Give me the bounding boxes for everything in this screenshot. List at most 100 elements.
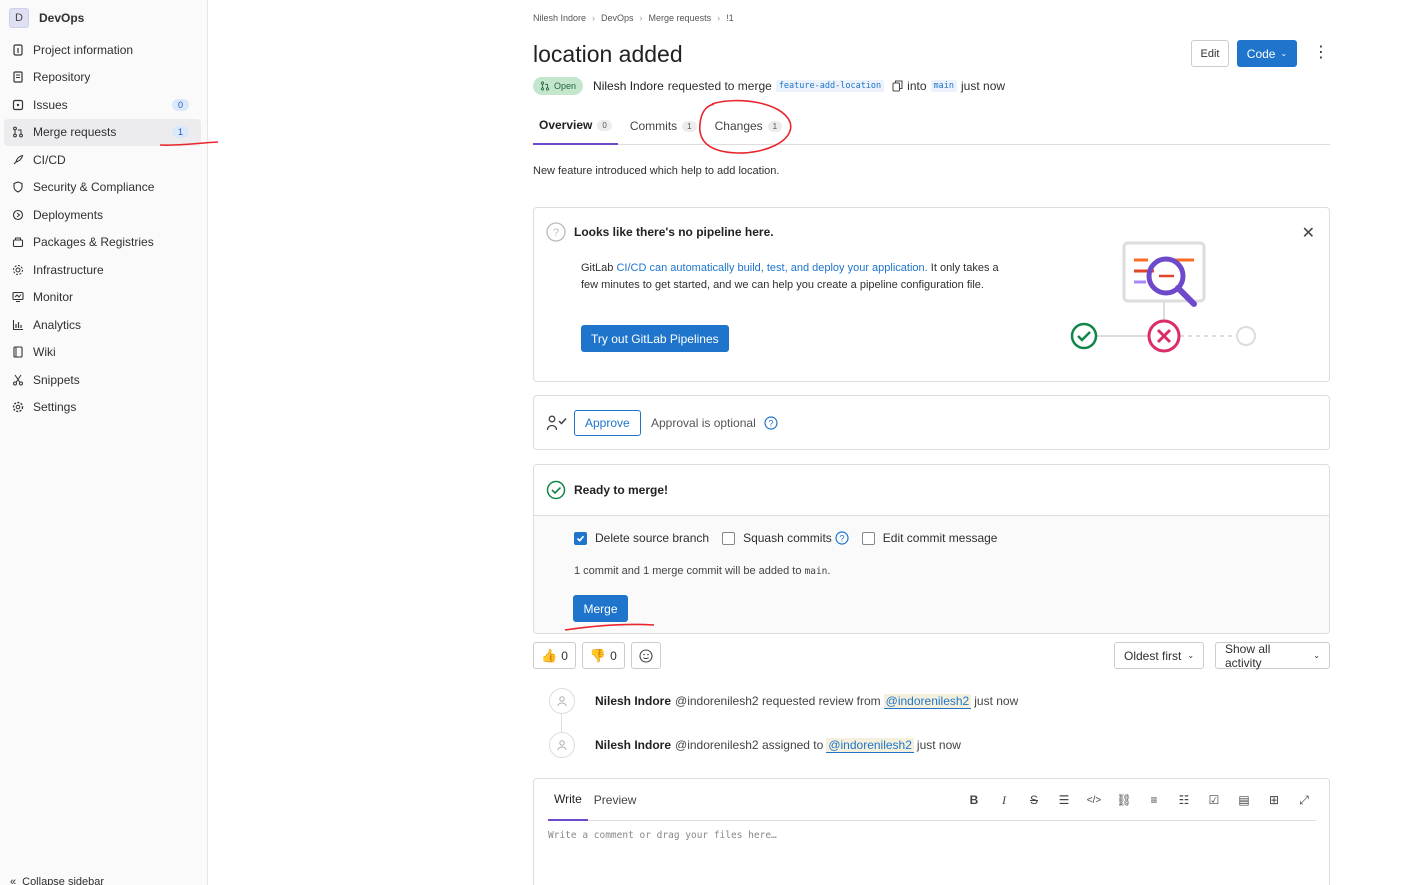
mr-description: New feature introduced which help to add… [533, 165, 780, 177]
source-branch[interactable]: feature-add-location [775, 80, 885, 92]
code-dropdown-button[interactable]: Code ⌄ [1237, 40, 1297, 67]
edit-commit-message-label: Edit commit message [882, 531, 998, 545]
merge-requests-count-badge: 1 [171, 126, 189, 139]
author-name[interactable]: Nilesh Indore [593, 79, 664, 93]
sidebar-item-label: Deployments [33, 207, 104, 222]
issues-icon [12, 99, 24, 110]
chart-icon [12, 319, 23, 330]
tab-commits[interactable]: Commits 1 [624, 107, 703, 145]
sidebar-item-merge-requests[interactable]: Merge requests 1 [4, 118, 201, 146]
thumbs-down-icon: 👎 [589, 647, 607, 663]
try-pipelines-button[interactable]: Try out GitLab Pipelines [581, 325, 729, 352]
activity-item: Nilesh Indore @indorenilesh2 requested r… [549, 688, 1018, 714]
edit-button[interactable]: Edit [1191, 40, 1229, 67]
tab-count: 1 [767, 120, 783, 132]
issues-count-badge: 0 [171, 98, 189, 111]
merge-widget: Ready to merge! Delete source branch Squ… [533, 464, 1330, 634]
sort-order-dropdown[interactable]: Oldest first ⌄ [1114, 642, 1205, 669]
edit-commit-message-option[interactable]: Edit commit message [861, 531, 998, 545]
delete-source-branch-checkbox[interactable] [574, 531, 587, 545]
breadcrumb-item[interactable]: Merge requests [649, 13, 712, 23]
tab-overview[interactable]: Overview 0 [533, 107, 618, 145]
help-icon[interactable]: ? [764, 416, 778, 430]
activity-time: just now [974, 694, 1019, 708]
sidebar-item-label: CI/CD [33, 152, 66, 167]
delete-source-branch-option[interactable]: Delete source branch [574, 531, 709, 545]
collapse-sidebar-button[interactable]: « Collapse sidebar [10, 876, 104, 885]
link-icon[interactable]: ⛓ [1115, 791, 1133, 809]
collapsible-section-icon[interactable]: ▤ [1235, 791, 1253, 809]
italic-icon[interactable]: I [995, 791, 1013, 809]
requested-text: requested to merge [667, 79, 772, 93]
sidebar-item-label: Merge requests [33, 125, 117, 140]
edit-commit-message-checkbox[interactable] [861, 531, 875, 545]
pipeline-suggestion-card: ? Looks like there's no pipeline here. ✕… [533, 207, 1330, 382]
thumbs-down-button[interactable]: 👎 0 [581, 642, 625, 669]
activity-filter-dropdown[interactable]: Show all activity ⌄ [1215, 642, 1330, 670]
sidebar-item-analytics[interactable]: Analytics [0, 311, 207, 339]
breadcrumb-item[interactable]: DevOps [601, 13, 634, 23]
approve-button[interactable]: Approve [574, 410, 641, 436]
tab-label: Commits [629, 119, 678, 133]
sidebar-item-label: Repository [33, 70, 91, 85]
sidebar-item-repository[interactable]: Repository [0, 64, 207, 92]
add-reaction-button[interactable] [630, 642, 661, 669]
sidebar-item-issues[interactable]: Issues 0 [0, 91, 207, 119]
merge-commit-note: 1 commit and 1 merge commit will be adde… [574, 565, 830, 577]
task-list-icon[interactable]: ☑ [1205, 791, 1223, 809]
sidebar-item-wiki[interactable]: Wiki [0, 339, 207, 367]
tab-changes[interactable]: Changes 1 [709, 107, 789, 145]
activity-handle[interactable]: @indorenilesh2 [675, 694, 759, 708]
quote-icon[interactable]: ☰ [1055, 791, 1073, 809]
target-branch[interactable]: main [930, 80, 958, 92]
breadcrumb-item[interactable]: !1 [726, 13, 734, 23]
sidebar-item-settings[interactable]: Settings [0, 394, 207, 422]
squash-commits-checkbox[interactable] [722, 531, 736, 545]
sidebar-item-project-information[interactable]: Project information [0, 36, 207, 64]
sidebar-item-packages-registries[interactable]: Packages & Registries [0, 229, 207, 257]
sort-order-label: Oldest first [1124, 648, 1182, 663]
chevron-down-icon: ⌄ [1187, 651, 1195, 660]
numbered-list-icon[interactable]: ☷ [1175, 791, 1193, 809]
sidebar-item-monitor[interactable]: Monitor [0, 284, 207, 312]
approval-optional-text: Approval is optional ? [651, 416, 778, 430]
merge-note-suffix: . [827, 565, 831, 577]
sidebar-item-deployments[interactable]: Deployments [0, 201, 207, 229]
more-actions-icon[interactable]: ⋮ [1313, 45, 1329, 61]
cicd-link[interactable]: CI/CD can automatically build, test, and… [616, 262, 927, 274]
approval-widget: Approve Approval is optional ? [533, 395, 1330, 450]
table-icon[interactable]: ⊞ [1265, 791, 1283, 809]
activity-author[interactable]: Nilesh Indore [595, 694, 671, 708]
project-header[interactable]: D DevOps [0, 0, 207, 36]
sidebar-item-security-compliance[interactable]: Security & Compliance [0, 174, 207, 202]
merge-checkbox-row: Delete source branch Squash commits ? Ed… [574, 531, 1010, 545]
thumbs-up-button[interactable]: 👍 0 [533, 642, 576, 669]
book-icon [13, 346, 23, 358]
user-mention[interactable]: @indorenilesh2 [883, 693, 972, 709]
bullet-list-icon[interactable]: ≡ [1145, 791, 1163, 809]
merge-status-text: Ready to merge! [574, 483, 669, 497]
breadcrumb-item[interactable]: Nilesh Indore [533, 13, 586, 23]
close-icon[interactable]: ✕ [1302, 223, 1315, 243]
squash-commits-option[interactable]: Squash commits ? [722, 531, 849, 545]
pipeline-text-prefix: GitLab [581, 262, 614, 274]
merge-button[interactable]: Merge [573, 595, 628, 622]
tab-write[interactable]: Write [548, 779, 588, 821]
sidebar-item-label: Project information [33, 42, 134, 57]
help-icon[interactable]: ? [835, 531, 849, 545]
tab-preview[interactable]: Preview [588, 779, 643, 821]
sidebar-item-cicd[interactable]: CI/CD [0, 146, 207, 174]
strikethrough-icon[interactable]: S [1025, 791, 1043, 809]
repository-icon [13, 71, 23, 83]
page-title: location added [533, 41, 683, 67]
bold-icon[interactable]: B [965, 791, 983, 809]
code-icon[interactable]: </> [1085, 791, 1103, 809]
copy-icon[interactable] [892, 80, 903, 92]
sidebar-item-infrastructure[interactable]: Infrastructure [0, 256, 207, 284]
comment-textarea[interactable]: Write a comment or drag your files here… [548, 830, 777, 841]
activity-author[interactable]: Nilesh Indore [595, 738, 671, 752]
sidebar-item-snippets[interactable]: Snippets [0, 366, 207, 394]
fullscreen-icon[interactable]: ⤢ [1295, 791, 1313, 809]
user-mention[interactable]: @indorenilesh2 [826, 737, 914, 753]
activity-handle[interactable]: @indorenilesh2 [675, 738, 759, 752]
